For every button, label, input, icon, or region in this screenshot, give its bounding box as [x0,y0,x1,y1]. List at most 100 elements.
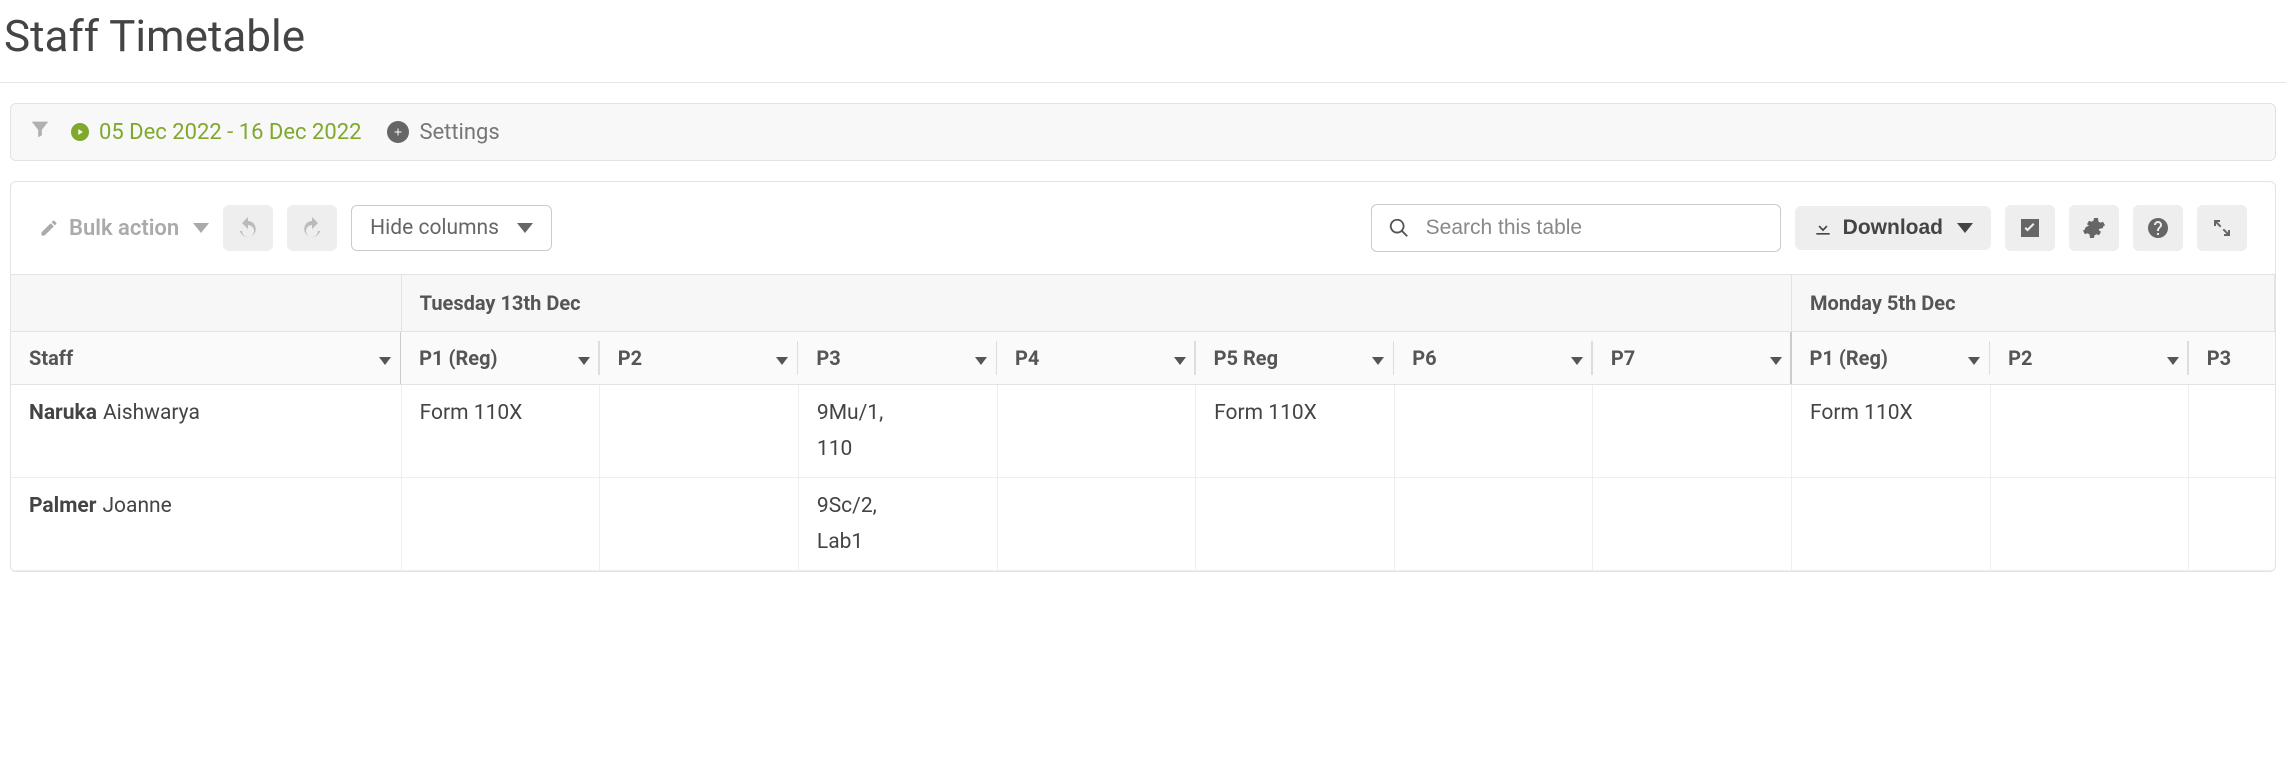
timetable-cell[interactable]: Form 110X [401,385,600,478]
timetable-cell[interactable] [1990,385,2189,478]
table-toolbar: Bulk action Hide columns Download [11,182,2275,274]
table-row: PalmerJoanne 9Sc/2,Lab1 [11,478,2275,571]
expand-icon [2210,216,2234,240]
timetable-cell[interactable] [1394,478,1593,571]
caret-down-icon [517,223,533,233]
column-header-period[interactable]: P1 (Reg) [401,332,600,385]
column-header-period[interactable]: P1 (Reg) [1792,332,1991,385]
staff-cell[interactable]: PalmerJoanne [11,478,401,571]
settings-link[interactable]: Settings [387,120,499,145]
timetable-cell[interactable] [2189,385,2275,478]
caret-down-icon [1766,346,1782,370]
staff-firstname: Joanne [102,494,171,518]
column-header-period[interactable]: P2 [600,332,799,385]
redo-icon [300,216,324,240]
timetable-cell[interactable] [1593,478,1792,571]
caret-down-icon [772,346,788,370]
undo-icon [236,216,260,240]
caret-down-icon [375,346,391,370]
check-square-icon [2018,216,2042,240]
column-header-staff[interactable]: Staff [11,332,401,385]
help-button[interactable] [2133,205,2183,251]
timetable-cell[interactable] [1990,478,2189,571]
timetable-cell[interactable] [600,478,799,571]
search-box[interactable] [1371,204,1781,252]
expand-button[interactable] [2197,205,2247,251]
page-title: Staff Timetable [4,10,2286,62]
cell-value: Form 110X [420,401,523,425]
cell-value: 9Mu/1, [817,401,883,425]
caret-down-icon [1957,223,1973,233]
filter-icon[interactable] [29,118,51,146]
day-header-empty [11,275,401,332]
timetable-cell[interactable] [997,385,1196,478]
column-header-label: P7 [1611,346,1635,370]
play-icon [71,123,89,141]
hide-columns-dropdown[interactable]: Hide columns [351,205,552,251]
timetable-cell[interactable] [2189,478,2275,571]
redo-button[interactable] [287,205,337,251]
date-range-selector[interactable]: 05 Dec 2022 - 16 Dec 2022 [71,120,361,145]
search-icon [1388,217,1410,239]
undo-button[interactable] [223,205,273,251]
column-header-label: P2 [618,346,642,370]
column-header-label: P6 [1412,346,1436,370]
column-header-label: P5 Reg [1214,346,1278,370]
staff-firstname: Aishwarya [103,401,200,425]
bulk-action-button[interactable]: Bulk action [39,216,209,241]
staff-surname: Palmer [29,494,96,518]
caret-down-icon [574,346,590,370]
timetable-cell[interactable]: Form 110X [1792,385,1991,478]
column-header-label: P2 [2008,346,2032,370]
staff-cell[interactable]: NarukaAishwarya [11,385,401,478]
column-header-period[interactable]: P4 [997,332,1196,385]
cell-value: Form 110X [1214,401,1317,425]
plus-circle-icon [387,121,409,143]
date-range-label: 05 Dec 2022 - 16 Dec 2022 [99,120,361,145]
timetable-cell[interactable] [401,478,600,571]
caret-down-icon [1368,346,1384,370]
column-header-period[interactable]: P3 [798,332,997,385]
column-header-label: P4 [1015,346,1039,370]
staff-surname: Naruka [29,401,97,425]
timetable-cell[interactable] [1792,478,1991,571]
table-row: NarukaAishwarya Form 110X 9Mu/1, 110 Form… [11,385,2275,478]
pencil-icon [39,218,59,238]
column-header-staff-label: Staff [29,346,73,370]
day-header: Monday 5th Dec [1792,275,2275,332]
caret-down-icon [1964,346,1980,370]
cell-value-sub: 110 [817,437,979,461]
title-divider [0,82,2286,83]
timetable-cell[interactable]: 9Mu/1, 110 [798,385,997,478]
settings-gear-button[interactable] [2069,205,2119,251]
download-icon [1813,218,1833,238]
download-label: Download [1843,216,1943,240]
timetable-cell[interactable]: 9Sc/2,Lab1 [798,478,997,571]
search-input[interactable] [1424,215,1764,241]
column-header-period[interactable]: P6 [1394,332,1593,385]
timetable-cell[interactable]: Form 110X [1196,385,1395,478]
column-header-period[interactable]: P7 [1593,332,1792,385]
timetable: Tuesday 13th Dec Monday 5th Dec Staff P1… [11,274,2275,571]
filter-bar: 05 Dec 2022 - 16 Dec 2022 Settings [10,103,2276,161]
table-panel: Bulk action Hide columns Download [10,181,2276,572]
column-header-label: P3 [2207,346,2231,370]
download-button[interactable]: Download [1795,206,1991,250]
timetable-cell[interactable] [600,385,799,478]
timetable-cell[interactable] [1196,478,1395,571]
caret-down-icon [1170,346,1186,370]
column-header-label: P1 (Reg) [419,346,497,370]
column-header-period[interactable]: P5 Reg [1196,332,1395,385]
column-header-period[interactable]: P3 [2189,332,2275,385]
cell-value: 9Sc/2, [817,494,877,518]
column-header-label: P3 [816,346,840,370]
timetable-cell[interactable] [997,478,1196,571]
caret-down-icon [1567,346,1583,370]
column-header-period[interactable]: P2 [1990,332,2189,385]
help-icon [2146,216,2170,240]
timetable-cell[interactable] [1593,385,1792,478]
check-button[interactable] [2005,205,2055,251]
timetable-cell[interactable] [1394,385,1593,478]
caret-down-icon [2163,346,2179,370]
bulk-action-label: Bulk action [69,216,179,241]
